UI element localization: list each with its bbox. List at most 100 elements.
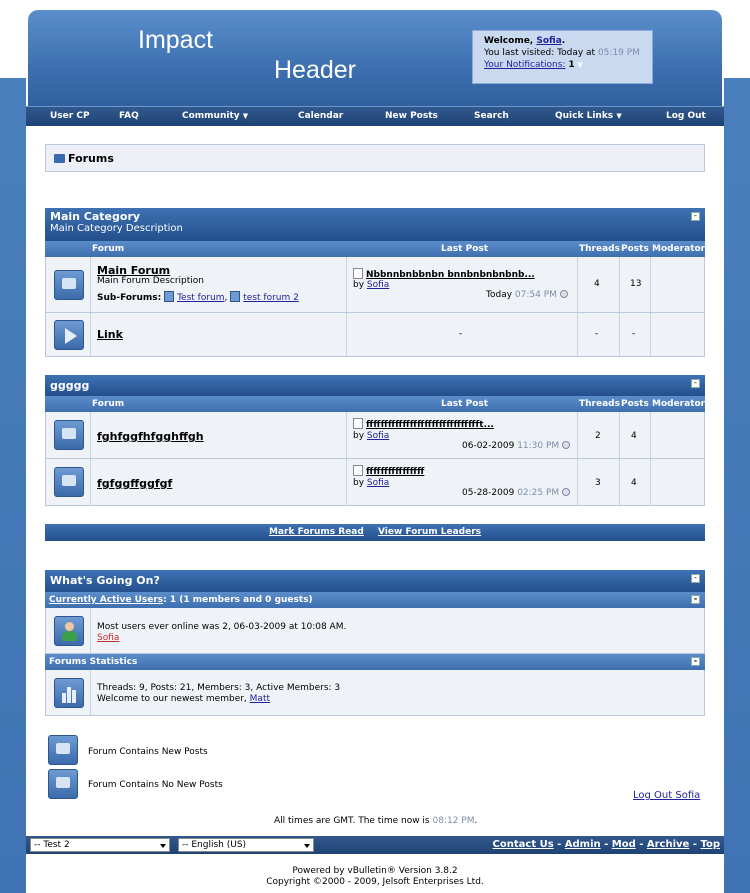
- site-header: Impact Header Welcome, Sofia. You last v…: [26, 8, 724, 106]
- column-header-row: Forum Last Post Threads Posts Moderator: [45, 241, 705, 257]
- welcome-box: Welcome, Sofia. You last visited: Today …: [472, 30, 653, 84]
- forum-status-icon: [54, 420, 84, 450]
- forum-name-link[interactable]: fgfggffggfgf: [97, 477, 172, 490]
- breadcrumb: Forums: [45, 144, 705, 172]
- last-post-user-link[interactable]: Sofia: [367, 280, 389, 290]
- newest-member-prefix: Welcome to our newest member,: [97, 694, 250, 704]
- log-out-user-link[interactable]: Log Out Sofia: [633, 790, 700, 801]
- nav-user-cp[interactable]: User CP: [50, 111, 90, 121]
- col-last-post: Last Post: [441, 399, 489, 409]
- subforum-icon: [164, 291, 175, 302]
- forum-name-link[interactable]: fghfggfhfgghffgh: [97, 430, 204, 443]
- col-posts: Posts: [621, 399, 649, 409]
- thread-count: 3: [595, 478, 601, 488]
- go-to-last-post-icon[interactable]: [562, 488, 571, 496]
- footer-link-contact-us[interactable]: Contact Us: [493, 839, 554, 850]
- last-post-time: 11:30 PM: [517, 441, 560, 451]
- nav-log-out[interactable]: Log Out: [666, 111, 706, 121]
- collapse-icon[interactable]: -: [691, 379, 700, 388]
- footer-link-admin[interactable]: Admin: [565, 839, 601, 850]
- active-users-header: Currently Active Users: 1 (1 members and…: [45, 592, 705, 608]
- col-threads: Threads: [579, 399, 620, 409]
- category-title[interactable]: ggggg: [50, 379, 89, 392]
- collapse-icon[interactable]: -: [691, 595, 700, 604]
- welcome-user-link[interactable]: Sofia: [536, 36, 561, 46]
- last-post-title[interactable]: ffffffffffffffffffffffffffffffft...: [353, 418, 494, 430]
- last-post-title-link[interactable]: Nbbnnbnbbnbn bnnbnbnbnbnb...: [366, 270, 535, 280]
- active-users-summary: : 1 (1 members and 0 guests): [163, 595, 313, 605]
- newest-member-link[interactable]: Matt: [250, 694, 270, 704]
- view-forum-leaders-link[interactable]: View Forum Leaders: [378, 527, 481, 537]
- forum-name-link[interactable]: Link: [97, 328, 123, 341]
- last-post-title[interactable]: Nbbnnbnbbnbn bnnbnbnbnbnb...: [353, 268, 535, 280]
- mark-forums-read-link[interactable]: Mark Forums Read: [269, 527, 364, 537]
- forum-row-main: Main Forum Main Forum Description Sub-Fo…: [45, 257, 705, 313]
- last-post-title[interactable]: ffffffffffffffff: [353, 465, 424, 477]
- last-post-user-link[interactable]: Sofia: [367, 478, 389, 488]
- category-title[interactable]: Main Category: [50, 210, 140, 223]
- footer-bar: -- Test 2 -- English (US) Contact Us - A…: [26, 836, 724, 854]
- col-threads: Threads: [579, 244, 620, 254]
- last-post-title-link[interactable]: ffffffffffffffffffffffffffffffft...: [366, 420, 494, 430]
- collapse-icon[interactable]: -: [691, 657, 700, 666]
- collapse-icon[interactable]: -: [691, 574, 700, 583]
- last-post-date-text: Today: [486, 290, 513, 300]
- nav-quick-links[interactable]: Quick Links ▼: [555, 111, 622, 121]
- footer-link-archive[interactable]: Archive: [647, 839, 689, 850]
- link-icon: [54, 320, 84, 350]
- most-users-online: Most users ever online was 2, 06-03-2009…: [97, 622, 347, 632]
- last-post-title-link[interactable]: ffffffffffffffff: [366, 467, 424, 477]
- collapse-icon[interactable]: -: [691, 212, 700, 221]
- forum-status-icon: [54, 270, 84, 300]
- notifications-count: 1: [568, 60, 575, 70]
- footer-link-mod[interactable]: Mod: [612, 839, 636, 850]
- forum-row: fghfggfhfgghffgh fffffffffffffffffffffff…: [45, 412, 705, 459]
- forum-description: Main Forum Description: [97, 276, 204, 286]
- forum-actions-bar: Mark Forums Read View Forum Leaders: [45, 524, 705, 541]
- language-select[interactable]: -- English (US): [178, 838, 314, 852]
- col-posts: Posts: [621, 244, 649, 254]
- last-post-user: by Sofia: [353, 431, 389, 441]
- go-to-last-post-icon[interactable]: [562, 441, 571, 449]
- logo-line-1[interactable]: Impact: [138, 26, 213, 55]
- nav-community[interactable]: Community ▼: [182, 111, 248, 121]
- footer-link-top[interactable]: Top: [700, 839, 720, 850]
- main-content: Forums Main Category Main Category Descr…: [26, 126, 724, 836]
- forum-statistics-header: Forums Statistics -: [45, 654, 705, 670]
- logo-line-2[interactable]: Header: [274, 56, 356, 85]
- forum-statistics-title: Forums Statistics: [49, 657, 138, 667]
- post-icon: [353, 268, 363, 279]
- post-count: 4: [631, 478, 637, 488]
- newest-member: Welcome to our newest member, Matt: [97, 694, 270, 704]
- notifications-link[interactable]: Your Notifications:: [484, 60, 565, 70]
- notifications-dropdown-icon[interactable]: ▼: [577, 61, 582, 69]
- user-icon: [54, 616, 84, 646]
- last-post-empty: -: [459, 329, 463, 339]
- style-select[interactable]: -- Test 2: [30, 838, 170, 852]
- post-icon: [353, 465, 363, 476]
- last-post-user-link[interactable]: Sofia: [367, 431, 389, 441]
- legend-new-posts: Forum Contains New Posts: [88, 747, 208, 757]
- nav-faq[interactable]: FAQ: [119, 111, 139, 121]
- last-post-user: by Sofia: [353, 280, 389, 290]
- statistics-line: Threads: 9, Posts: 21, Members: 3, Activ…: [97, 683, 341, 693]
- forum-row: fgfggffggfgf ffffffffffffffff by Sofia 0…: [45, 459, 705, 506]
- col-forum: Forum: [92, 244, 125, 254]
- last-visited-time: 05:19 PM: [597, 48, 640, 58]
- last-post-date-text: 06-02-2009: [462, 441, 515, 451]
- active-users-link[interactable]: Currently Active Users: [49, 595, 163, 605]
- time-prefix: All times are GMT. The time now is: [274, 816, 433, 826]
- nav-new-posts[interactable]: New Posts: [385, 111, 438, 121]
- active-user-list: Sofia: [97, 633, 119, 643]
- main-navbar: User CP FAQ Community ▼ Calendar New Pos…: [26, 106, 724, 126]
- forum-status-icon: [54, 467, 84, 497]
- active-user-link[interactable]: Sofia: [97, 633, 119, 643]
- folder-icon: [54, 154, 65, 163]
- nav-calendar[interactable]: Calendar: [298, 111, 343, 121]
- go-to-last-post-icon[interactable]: [559, 290, 568, 298]
- subforum-link-test-forum-2[interactable]: test forum 2: [243, 293, 299, 303]
- nav-search[interactable]: Search: [474, 111, 509, 121]
- subforum-link-test-forum[interactable]: Test forum: [177, 293, 224, 303]
- welcome-prefix: Welcome,: [484, 36, 537, 46]
- thread-count: -: [595, 329, 599, 339]
